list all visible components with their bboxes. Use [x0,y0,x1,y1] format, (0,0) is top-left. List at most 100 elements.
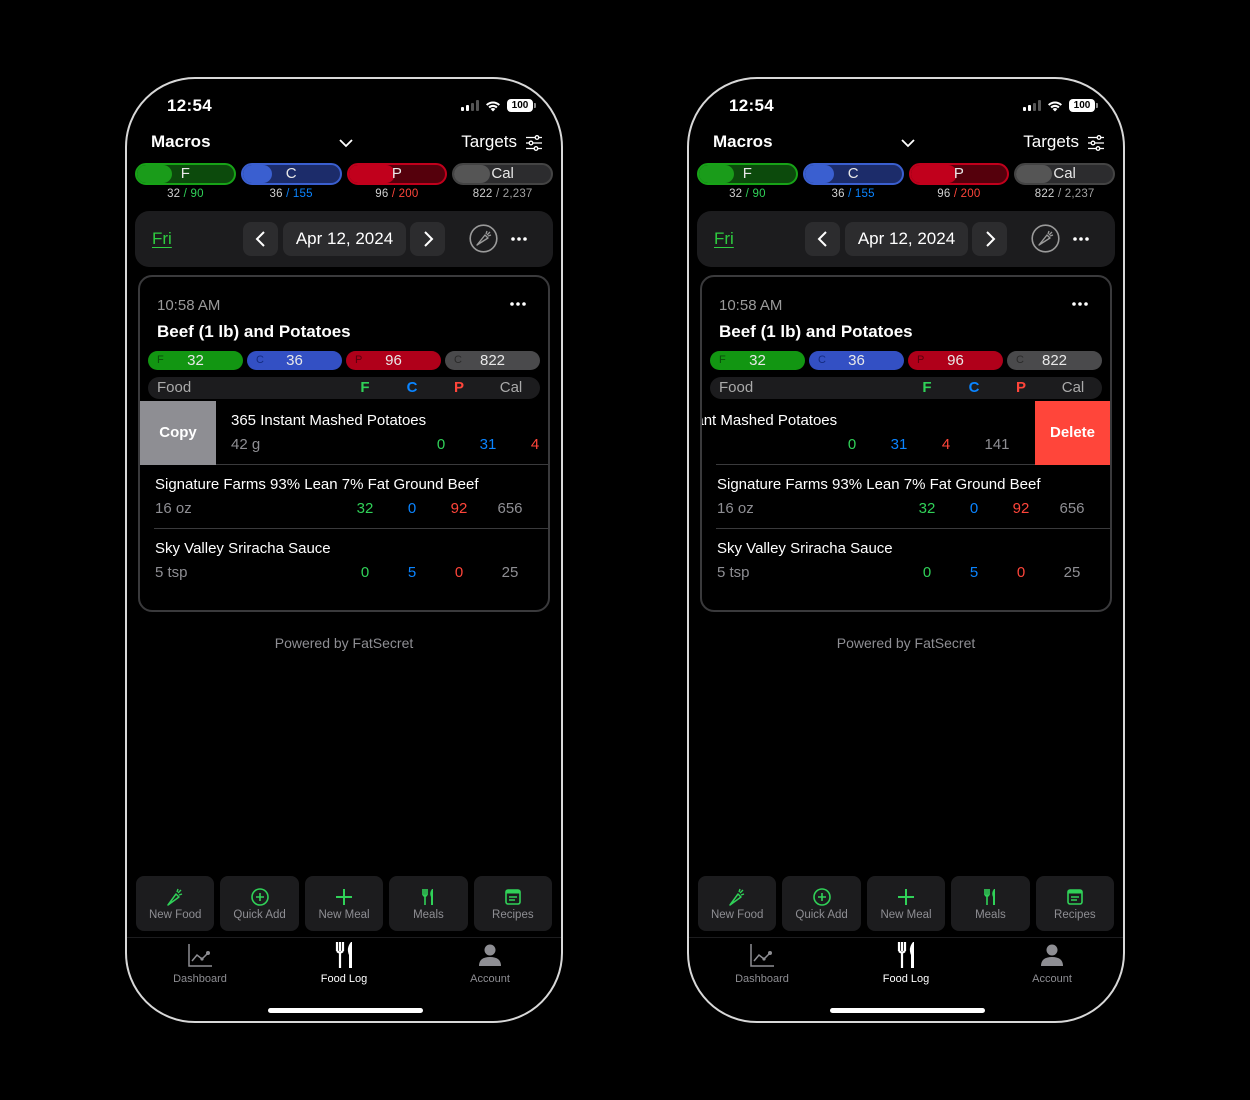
action-new-meal-button[interactable]: New Meal [304,876,384,931]
fork-knife-icon [335,942,352,968]
pill-key: F [157,354,164,366]
action-label: New Meal [318,908,370,921]
macro-target: 90 [752,188,766,200]
previous-day-button[interactable] [805,222,840,256]
pill-key: C [454,354,462,366]
status-bar: 12:54 100 [689,96,1123,118]
copy-button[interactable]: Copy [140,401,216,465]
food-fat: 32 [356,500,374,517]
action-recipes-button[interactable]: Recipes [473,876,553,931]
targets-button[interactable]: Targets [1023,132,1079,152]
fork-knife-icon [422,888,434,905]
food-row[interactable]: 365 Instant Mashed Potatoes 42 g 0 31 4 … [702,401,1110,465]
action-new-food-button[interactable]: New Food [698,876,777,931]
tab-account[interactable]: Account [1007,941,1097,985]
food-calories: 656 [497,500,523,517]
powered-by-text: Powered by FatSecret [274,635,414,651]
fork-knife-icon [897,942,914,968]
action-quick-add-button[interactable]: Quick Add [220,876,299,931]
meal-macro-pill: C 822 [1007,351,1102,370]
next-day-button[interactable] [972,222,1007,256]
pill-key: C [1016,354,1024,366]
account-person-icon [1041,944,1063,966]
meal-macro-pill: P 96 [908,351,1003,370]
delete-button[interactable]: Delete [1035,401,1110,465]
meal-time: 10:58 AM [157,297,221,314]
carrot-food-icon[interactable] [1031,224,1060,253]
previous-day-button[interactable] [243,222,278,256]
meal-more-options-icon[interactable] [508,297,528,311]
food-row[interactable]: Signature Farms 93% Lean 7% Fat Ground B… [702,465,1110,529]
tab-account[interactable]: Account [445,941,535,985]
action-recipes-button[interactable]: Recipes [1035,876,1115,931]
macro-consumed: 822 [472,188,493,200]
meal-macro-pill: C 36 [809,351,904,370]
macro-consumed: 36 [831,188,845,200]
tab-food-log[interactable]: Food Log [299,941,389,985]
macro-target: 155 [854,188,875,200]
more-options-icon[interactable] [509,229,529,249]
macro-value: 32 / 90 [167,188,204,200]
tab-dashboard[interactable]: Dashboard [155,941,245,985]
food-name: Sky Valley Sriracha Sauce [155,540,331,557]
date-picker-button[interactable]: Apr 12, 2024 [283,222,406,256]
macro-target: 200 [398,188,419,200]
food-carbs: 0 [407,500,417,517]
food-protein: 0 [1016,564,1026,581]
dashboard-chart-icon [188,944,212,967]
action-quick-add-button[interactable]: Quick Add [782,876,861,931]
food-row[interactable]: 365 Instant Mashed Potatoes 42 g 0 31 4 … [140,401,548,465]
account-person-icon [479,944,501,966]
food-calories: 25 [1063,564,1081,581]
meal-card: 10:58 AM Beef (1 lb) and Potatoes F 32 C 36… [700,275,1112,612]
chevron-down-icon[interactable] [337,134,355,152]
cellular-signal-icon [1023,100,1041,111]
meal-title: Beef (1 lb) and Potatoes [157,322,351,341]
column-fat: F [922,379,932,396]
macro-key: F [742,165,752,182]
food-quantity: 42 g [231,436,261,453]
action-meals-button[interactable]: Meals [951,876,1030,931]
macro-f: F 32 / 90 [135,163,236,200]
meal-macro-pill: C 822 [445,351,540,370]
food-row[interactable]: Signature Farms 93% Lean 7% Fat Ground B… [140,465,548,529]
food-quantity: 16 oz [155,500,192,517]
macro-progress-bar: F [135,163,236,185]
food-row[interactable]: Sky Valley Sriracha Sauce 5 tsp 0 5 0 25 [140,529,548,593]
action-new-meal-button[interactable]: New Meal [866,876,946,931]
more-options-icon[interactable] [1071,229,1091,249]
tab-label: Account [470,973,510,985]
food-table-header: Food F C P Cal [710,377,1102,399]
targets-button[interactable]: Targets [461,132,517,152]
sliders-icon[interactable] [525,134,543,152]
pill-key: P [917,354,925,366]
column-fat: F [360,379,370,396]
macros-header: Macros Targets [713,132,1107,156]
day-link[interactable]: Fri [714,229,734,249]
sliders-icon[interactable] [1087,134,1105,152]
macro-slash: / [848,188,855,200]
action-meals-button[interactable]: Meals [389,876,468,931]
food-row[interactable]: Sky Valley Sriracha Sauce 5 tsp 0 5 0 25 [702,529,1110,593]
meal-time: 10:58 AM [719,297,783,314]
action-label: Recipes [1054,908,1096,921]
chevron-down-icon[interactable] [899,134,917,152]
meal-title: Beef (1 lb) and Potatoes [719,322,913,341]
date-navigator: Fri Apr 12, 2024 [135,211,553,267]
date-picker-button[interactable]: Apr 12, 2024 [845,222,968,256]
food-carbs: 5 [969,564,979,581]
macro-c: C 36 / 155 [240,163,342,200]
recipe-book-icon [1067,888,1083,905]
tab-dashboard[interactable]: Dashboard [717,941,807,985]
next-day-button[interactable] [410,222,445,256]
macro-key: P [391,165,402,182]
macro-value: 96 / 200 [375,188,418,200]
day-link[interactable]: Fri [152,229,172,249]
home-indicator [268,1008,423,1013]
tab-food-log[interactable]: Food Log [861,941,951,985]
carrot-food-icon[interactable] [469,224,498,253]
meal-more-options-icon[interactable] [1070,297,1090,311]
macro-slash: / [953,188,961,200]
macro-cal: Cal 822 / 2,237 [1014,163,1115,200]
action-new-food-button[interactable]: New Food [136,876,215,931]
